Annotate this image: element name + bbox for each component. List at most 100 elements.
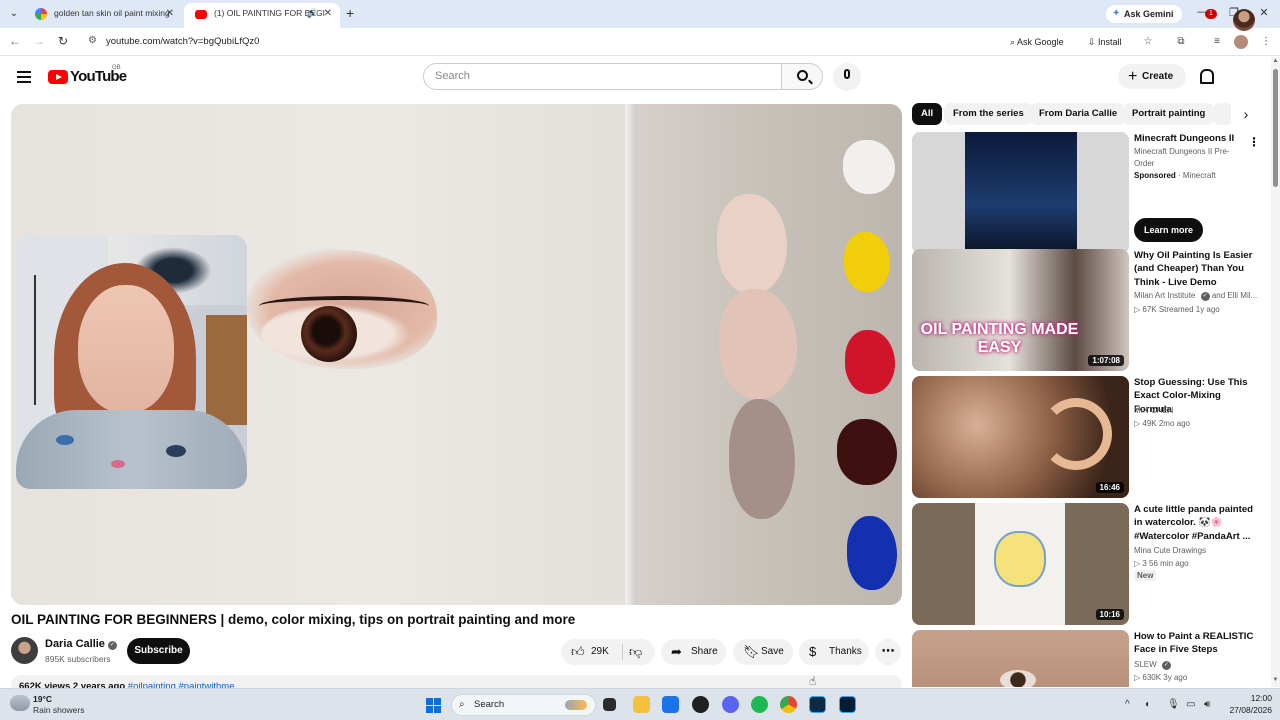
search-input[interactable]: Search	[423, 63, 782, 90]
youtube-header: YouTube GB Search + Create	[0, 57, 1272, 97]
create-button[interactable]: + Create	[1118, 64, 1186, 89]
close-tab-icon[interactable]: ✕	[166, 3, 174, 24]
taskbar-search[interactable]: ⌕ Search	[451, 694, 596, 716]
related-title[interactable]: How to Paint a REALISTIC Face in Five St…	[1134, 630, 1254, 657]
clock-date[interactable]: 27/08/2026	[1222, 705, 1272, 715]
chip-more[interactable]	[1213, 103, 1233, 125]
chip-all[interactable]: All	[912, 103, 943, 125]
search-icon: ⌕	[459, 699, 465, 710]
share-button[interactable]: ➦ Share	[661, 639, 726, 665]
more-options-icon[interactable]: ⋮	[1248, 135, 1260, 149]
chip-from-daria-callie[interactable]: From Daria Callie	[1030, 103, 1127, 125]
scroll-down-icon[interactable]: ▼	[1271, 677, 1280, 683]
painted-eye	[1000, 670, 1036, 687]
file-explorer-icon[interactable]	[633, 696, 650, 713]
menu-icon[interactable]	[17, 71, 31, 83]
youtube-play-icon	[48, 70, 68, 84]
related-title[interactable]: A cute little panda painted in watercolo…	[1134, 503, 1254, 543]
scroll-up-icon[interactable]: ▲	[1271, 58, 1280, 64]
thumbnail[interactable]: 10:16	[912, 503, 1129, 625]
audio-playing-icon[interactable]: 🔊	[307, 3, 318, 24]
clock-time[interactable]: 12:00	[1232, 693, 1272, 703]
channel-name[interactable]: Mina Cute Drawings	[1134, 544, 1259, 557]
windows-taskbar: 19°C Rain showers ⌕ Search ^ ◐ 🎙︎ ▭ 🔊︎ 1…	[0, 688, 1280, 720]
learn-more-button[interactable]: Learn more	[1134, 218, 1203, 242]
search-button[interactable]	[781, 63, 823, 90]
start-windows-icon[interactable]	[426, 698, 441, 713]
show-hidden-icons-chevron-icon[interactable]: ^	[1125, 699, 1130, 710]
task-view-icon[interactable]	[603, 698, 616, 711]
media-controls-icon[interactable]: ≡	[1210, 36, 1224, 47]
new-badge: New	[1134, 570, 1157, 581]
chips-next-arrow-icon[interactable]: ›	[1231, 103, 1261, 125]
thumbnail[interactable]: 16:46	[912, 376, 1129, 498]
site-info-icon[interactable]: ⚙	[88, 35, 97, 46]
dislike-thumb-down-icon[interactable]: 👎︎	[629, 639, 642, 665]
related-item[interactable]: 16:46 Stop Guessing: Use This Exact Colo…	[912, 376, 1262, 498]
subscribe-button[interactable]: Subscribe	[127, 638, 190, 664]
spotify-icon[interactable]	[751, 696, 768, 713]
channel-name[interactable]: SLEW	[1134, 660, 1157, 669]
save-button[interactable]: 🔖︎ Save	[733, 639, 793, 665]
chip-from-the-series[interactable]: From the series	[944, 103, 1033, 125]
thumbnail[interactable]	[912, 132, 1129, 254]
forward-arrow-icon[interactable]: →	[31, 34, 47, 48]
volume-icon[interactable]: 🔊︎	[1204, 699, 1210, 710]
chrome-icon[interactable]	[780, 696, 797, 713]
chip-portrait-painting[interactable]: Portrait painting	[1123, 103, 1215, 125]
weather-condition[interactable]: Rain showers	[33, 705, 85, 715]
tab-search-chevron-icon[interactable]: ⌄	[6, 6, 22, 22]
thumbnail[interactable]	[912, 630, 1129, 687]
browser-tab-youtube[interactable]: (1) OIL PAINTING FOR BEGI 🔊 ✕	[184, 3, 340, 28]
related-title[interactable]: Why Oil Painting Is Easier (and Cheaper)…	[1134, 249, 1254, 289]
network-icon[interactable]: ▭	[1186, 699, 1195, 710]
temperature[interactable]: 19°C	[33, 694, 52, 704]
outlook-icon[interactable]	[662, 696, 679, 713]
ask-google-button[interactable]: ⌕ Ask Google	[1010, 32, 1064, 52]
extensions-icon[interactable]: ⧉	[1174, 36, 1188, 47]
profile-avatar[interactable]	[1234, 35, 1248, 49]
chrome-menu-icon[interactable]: ⋮	[1259, 36, 1273, 47]
back-arrow-icon[interactable]: ←	[7, 34, 23, 48]
channel-name[interactable]: MIN CHEN	[1134, 404, 1259, 417]
microphone-tray-icon[interactable]: 🎙︎	[1167, 699, 1180, 710]
voice-search-button[interactable]	[833, 63, 861, 91]
browser-tab-strip: ⌄ golden tan skin oil paint mixing ✕ (1)…	[0, 0, 1280, 28]
related-item-ad[interactable]: Minecraft Dungeons II Minecraft Dungeons…	[912, 132, 1262, 254]
lightroom-icon[interactable]	[809, 696, 826, 713]
close-window-icon[interactable]: ✕	[1256, 6, 1272, 19]
thumbnail-text: OIL PAINTING MADE EASY	[920, 321, 1079, 356]
discord-icon[interactable]	[722, 696, 739, 713]
weather-cloud-icon[interactable]	[10, 695, 30, 711]
channel-name[interactable]: Milan Art Institute	[1134, 291, 1195, 300]
scroll-thumb[interactable]	[1273, 69, 1278, 187]
more-actions-icon[interactable]: ⋯	[875, 639, 901, 665]
new-tab-button[interactable]: +	[346, 5, 354, 21]
thanks-button[interactable]: $ Thanks	[799, 639, 869, 665]
ask-gemini-button[interactable]: ✦ Ask Gemini	[1106, 5, 1182, 23]
webcam-person-face	[78, 285, 174, 413]
reload-icon[interactable]: ↻	[55, 34, 71, 48]
related-item[interactable]: OIL PAINTING MADE EASY 1:07:08 Why Oil P…	[912, 249, 1262, 371]
thumbnail[interactable]: OIL PAINTING MADE EASY 1:07:08	[912, 249, 1129, 371]
browser-tab-google[interactable]: golden tan skin oil paint mixing ✕	[24, 3, 182, 28]
channel-name[interactable]: Daria Callie ✓	[45, 638, 117, 650]
page-scrollbar[interactable]: ▲ ▼	[1271, 57, 1280, 687]
like-count[interactable]: 29K	[591, 639, 609, 665]
like-thumb-up-icon[interactable]: 👍︎	[571, 639, 585, 665]
chatgpt-icon[interactable]	[692, 696, 709, 713]
create-label: Create	[1142, 71, 1174, 82]
related-item[interactable]: 10:16 A cute little panda painted in wat…	[912, 503, 1262, 625]
notifications-bell-icon[interactable]	[1198, 68, 1214, 84]
account-avatar[interactable]	[1233, 9, 1255, 31]
microphone-icon	[844, 69, 850, 79]
photoshop-icon[interactable]	[839, 696, 856, 713]
related-title[interactable]: Minecraft Dungeons II	[1134, 132, 1254, 145]
video-player[interactable]	[11, 104, 902, 605]
related-item[interactable]: How to Paint a REALISTIC Face in Five St…	[912, 630, 1262, 687]
install-app-button[interactable]: ⇩ Install	[1088, 32, 1122, 52]
channel-avatar[interactable]	[11, 637, 38, 664]
close-tab-icon[interactable]: ✕	[324, 3, 332, 24]
copilot-icon[interactable]: ◐	[1145, 699, 1151, 710]
bookmark-star-icon[interactable]: ☆	[1141, 36, 1155, 47]
